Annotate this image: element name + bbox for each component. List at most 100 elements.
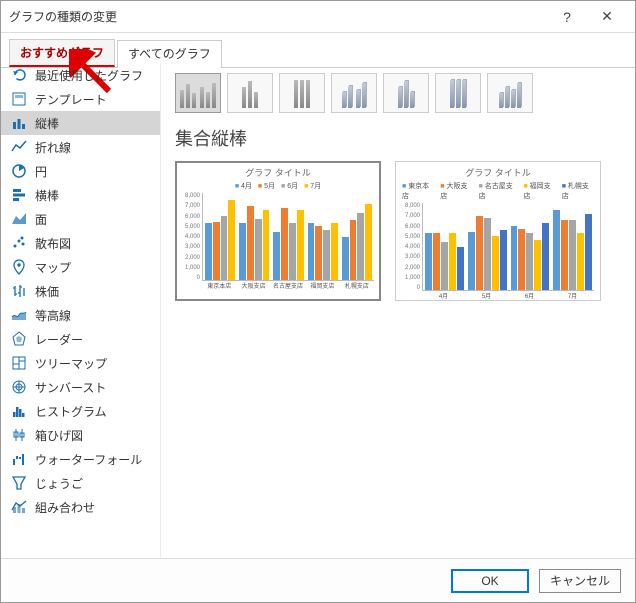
y-tick: 0 [182,275,200,281]
bar [308,223,315,280]
sidebar-item-label: サンバースト [35,379,106,396]
bar [263,210,270,280]
bar-group [308,193,338,280]
subtype-3d-stacked-column[interactable] [383,73,429,113]
funnel-icon [11,475,27,491]
bar [484,218,491,290]
y-tick: 5,000 [182,224,200,230]
stock-icon [11,283,27,299]
legend-entry: 4月 [235,181,252,191]
bar-group [205,193,235,280]
area-icon [11,211,27,227]
help-button[interactable]: ? [547,1,587,33]
sidebar-item-waterfall[interactable]: ウォーターフォール [1,447,160,471]
sidebar-item-stock[interactable]: 株価 [1,279,160,303]
sidebar-item-label: 株価 [35,283,59,300]
chart-type-title: 集合縦棒 [175,125,621,151]
window-title: グラフの種類の変更 [9,8,547,25]
sidebar-item-label: 横棒 [35,187,59,204]
pie-icon [11,163,27,179]
y-tick: 1,000 [402,275,420,281]
x-tick: 6月 [508,291,551,300]
radar-icon [11,331,27,347]
template-icon [11,91,27,107]
subtype-100-stacked-column[interactable] [279,73,325,113]
bar-group [468,203,507,290]
y-tick: 2,000 [182,255,200,261]
treemap-icon [11,355,27,371]
x-tick: 札幌支店 [340,281,374,290]
bar [561,220,568,290]
bar [542,223,549,290]
ok-button[interactable]: OK [451,569,529,593]
bar-group [273,193,303,280]
subtype-clustered-column[interactable] [175,73,221,113]
surface-icon [11,307,27,323]
bar-group [425,203,464,290]
bar [553,210,560,290]
bar [357,213,364,280]
sidebar-item-radar[interactable]: レーダー [1,327,160,351]
bar [526,233,533,290]
sidebar-item-template[interactable]: テンプレート [1,87,160,111]
bar [500,230,507,290]
subtype-stacked-column[interactable] [227,73,273,113]
legend-entry: 札幌支店 [562,181,594,201]
bars-area [202,193,374,281]
preview-thumbnail-1[interactable]: グラフ タイトル4月5月6月7月8,0007,0006,0005,0004,00… [175,161,381,301]
bar-group [553,203,592,290]
sidebar-item-funnel[interactable]: じょうご [1,471,160,495]
main-panel: 集合縦棒 グラフ タイトル4月5月6月7月8,0007,0006,0005,00… [161,63,635,558]
y-tick: 8,000 [402,203,420,209]
bars-area [422,203,594,291]
x-tick: 7月 [551,291,594,300]
sidebar-item-combo[interactable]: 組み合わせ [1,495,160,519]
bar [425,233,432,290]
y-tick: 2,000 [402,265,420,271]
sidebar-item-line[interactable]: 折れ線 [1,135,160,159]
sidebar-item-scatter[interactable]: 散布図 [1,231,160,255]
sidebar-item-recent[interactable]: 最近使用したグラフ [1,63,160,87]
bar [585,214,592,290]
preview-legend: 東京本店大阪支店名古屋支店福岡支店札幌支店 [402,181,594,201]
bar [511,226,518,290]
y-tick: 6,000 [182,214,200,220]
sidebar-item-histogram[interactable]: ヒストグラム [1,399,160,423]
preview-legend: 4月5月6月7月 [182,181,374,191]
legend-entry: 福岡支店 [523,181,555,201]
sidebar-item-column[interactable]: 縦棒 [1,111,160,135]
sidebar-item-area[interactable]: 面 [1,207,160,231]
y-axis: 8,0007,0006,0005,0004,0003,0002,0001,000… [182,193,202,281]
bar [492,236,499,290]
sidebar-item-treemap[interactable]: ツリーマップ [1,351,160,375]
x-tick: 名古屋支店 [271,281,305,290]
sidebar-item-label: 箱ひげ図 [35,427,83,444]
bar-group [342,193,372,280]
bar-group [511,203,550,290]
sidebar-item-label: 折れ線 [35,139,71,156]
bar [323,230,330,280]
preview-title: グラフ タイトル [182,166,374,179]
cancel-button[interactable]: キャンセル [539,569,621,593]
sidebar-item-boxplot[interactable]: 箱ひげ図 [1,423,160,447]
preview-plot: 8,0007,0006,0005,0004,0003,0002,0001,000… [402,203,594,291]
subtype-3d-column[interactable] [487,73,533,113]
subtype-3d-100-stacked-column[interactable] [435,73,481,113]
sidebar-item-surface[interactable]: 等高線 [1,303,160,327]
sidebar-item-sunburst[interactable]: サンバースト [1,375,160,399]
close-button[interactable]: ✕ [587,1,627,33]
x-axis: 4月5月6月7月 [422,291,594,300]
sidebar-item-label: 最近使用したグラフ [35,67,143,84]
subtype-3d-clustered-column[interactable] [331,73,377,113]
sidebar-item-bar[interactable]: 横棒 [1,183,160,207]
legend-entry: 東京本店 [402,181,434,201]
bar [247,206,254,280]
y-tick: 6,000 [402,224,420,230]
preview-thumbnail-2[interactable]: グラフ タイトル東京本店大阪支店名古屋支店福岡支店札幌支店8,0007,0006… [395,161,601,301]
sidebar-item-pie[interactable]: 円 [1,159,160,183]
undo-icon [11,67,27,83]
y-tick: 4,000 [402,244,420,250]
sidebar-item-label: じょうご [35,475,83,492]
sidebar-item-map[interactable]: マップ [1,255,160,279]
x-tick: 大阪支店 [236,281,270,290]
